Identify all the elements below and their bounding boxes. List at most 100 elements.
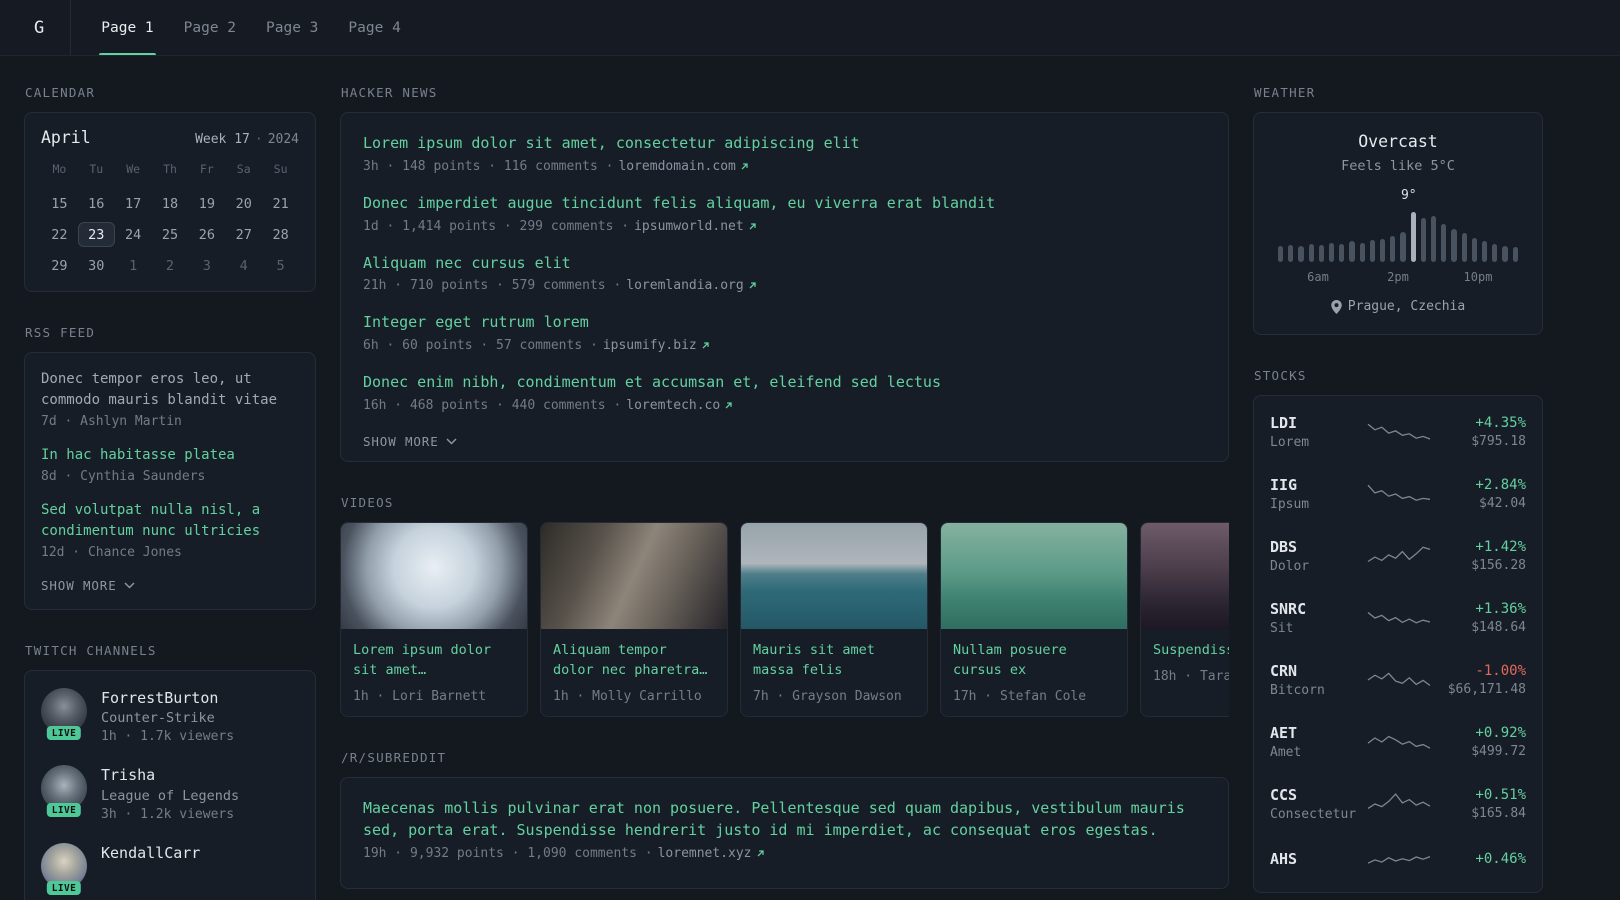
stock-row[interactable]: AET Amet +0.92% $499.72 <box>1270 711 1526 773</box>
stock-values: +1.42% $156.28 <box>1432 539 1526 573</box>
hackernews-widget: HACKER NEWS Lorem ipsum dolor sit amet, … <box>340 85 1229 462</box>
nav-tab[interactable]: Page 3 <box>264 0 320 55</box>
video-card[interactable]: Lorem ipsum dolor sit amet consectetu… 1… <box>340 521 528 718</box>
stock-values: +1.36% $148.64 <box>1432 601 1526 635</box>
weather-hour-bar <box>1512 247 1518 262</box>
stock-name: Dolor <box>1270 558 1310 574</box>
weather-hour-bar <box>1410 211 1416 262</box>
live-badge: LIVE <box>46 880 82 895</box>
hackernews-item-title[interactable]: Donec enim nibh, condimentum et accumsan… <box>363 372 1206 394</box>
hackernews-item-domain-link[interactable]: loremlandia.org <box>626 278 756 293</box>
video-card[interactable]: Mauris sit amet massa felis 7h · Grayson… <box>740 521 928 718</box>
nav-tab[interactable]: Page 2 <box>182 0 238 55</box>
stock-change-percent: +1.42% <box>1475 538 1526 555</box>
hackernews-item-domain-link[interactable]: ipsumworld.net <box>634 219 757 234</box>
hackernews-list: Lorem ipsum dolor sit amet, consectetur … <box>363 133 1206 413</box>
stock-ticker: LDI <box>1270 413 1298 432</box>
video-title[interactable]: Suspendisse diam <box>1153 640 1229 660</box>
hackernews-item-meta: 16h · 468 points · 440 comments · loremt… <box>363 398 1206 413</box>
subreddit-post-title[interactable]: Maecenas mollis pulvinar erat non posuer… <box>363 798 1206 842</box>
hackernews-item-domain-link[interactable]: loremdomain.com <box>618 159 748 174</box>
hackernews-item-title[interactable]: Integer eget rutrum lorem <box>363 312 1206 334</box>
nav-tab[interactable]: Page 1 <box>99 0 157 55</box>
stock-sparkline <box>1367 672 1431 686</box>
twitch-channel-name[interactable]: Trisha <box>101 765 239 785</box>
stock-row[interactable]: DBS Dolor +1.42% $156.28 <box>1270 525 1526 587</box>
video-meta: 1h · Molly Carrillo <box>553 689 702 705</box>
twitch-avatar-wrap: LIVE <box>41 688 87 740</box>
stock-price: $66,171.48 <box>1447 681 1526 697</box>
middle-column: HACKER NEWS Lorem ipsum dolor sit amet, … <box>340 85 1229 900</box>
hackernews-item-domain-link[interactable]: loremtech.co <box>626 398 733 413</box>
weather-bars <box>1278 210 1518 262</box>
video-thumbnail[interactable] <box>341 522 527 629</box>
video-card[interactable]: Nullam posuere cursus ex 17h · Stefan Co… <box>940 521 1128 718</box>
hackernews-widget-title: HACKER NEWS <box>341 85 438 100</box>
twitch-channel-name[interactable]: KendallCarr <box>101 843 200 863</box>
stock-change-percent: +0.51% <box>1475 786 1526 803</box>
video-thumbnail[interactable] <box>741 522 927 629</box>
rss-item-title[interactable]: In hac habitasse platea <box>41 445 299 466</box>
twitch-channel-name[interactable]: ForrestBurton <box>101 688 234 708</box>
stock-row[interactable]: AHS +0.46% <box>1270 835 1526 887</box>
stock-row[interactable]: CRN Bitcorn -1.00% $66,171.48 <box>1270 649 1526 711</box>
weekday-label: Fr <box>199 162 214 176</box>
external-link-icon <box>741 163 748 170</box>
video-title[interactable]: Aliquam tempor dolor nec pharetra… <box>553 640 715 681</box>
stock-identity: LDI Lorem <box>1270 414 1366 450</box>
calendar-day: 24 <box>125 227 142 243</box>
calendar-day: 5 <box>276 258 285 274</box>
calendar-day: 15 <box>51 196 68 212</box>
stock-row[interactable]: SNRC Sit +1.36% $148.64 <box>1270 587 1526 649</box>
twitch-channel-row[interactable]: LIVE ForrestBurton Counter-Strike 1h · 1… <box>41 688 299 744</box>
video-card[interactable]: Aliquam tempor dolor nec pharetra… 1h · … <box>540 521 728 718</box>
stock-price: $42.04 <box>1479 495 1526 511</box>
rss-item-title[interactable]: Donec tempor eros leo, ut commodo mauris… <box>41 369 299 411</box>
subreddit-post-domain-link[interactable]: loremnet.xyz <box>658 846 765 861</box>
calendar-day: 30 <box>88 258 105 274</box>
calendar-day: 27 <box>235 227 252 243</box>
twitch-channel-viewers: 3h · 1.2k viewers <box>101 806 235 822</box>
twitch-channel-row[interactable]: LIVE KendallCarr <box>41 842 299 895</box>
stock-change-percent: +1.36% <box>1475 600 1526 617</box>
nav-tab[interactable]: Page 4 <box>346 0 402 55</box>
hackernews-item-title[interactable]: Donec imperdiet augue tincidunt felis al… <box>363 193 1206 215</box>
video-title[interactable]: Mauris sit amet massa felis <box>753 640 915 681</box>
stock-name: Bitcorn <box>1270 682 1325 698</box>
rss-item-title[interactable]: Sed volutpat nulla nisl, a condimentum n… <box>41 500 299 542</box>
video-strip: Lorem ipsum dolor sit amet consectetu… 1… <box>340 521 1229 718</box>
calendar-weekday-row: Mo Tu We Th Fr Sa Su <box>41 162 299 176</box>
calendar-day: 18 <box>161 196 179 212</box>
stock-row[interactable]: CCS Consectetur +0.51% $165.84 <box>1270 773 1526 835</box>
calendar-day: 19 <box>198 196 215 212</box>
stock-price: $499.72 <box>1471 743 1526 759</box>
rss-widget: RSS FEED Donec tempor eros leo, ut commo… <box>24 325 316 610</box>
video-card[interactable]: Suspendisse diam 18h · Tara <box>1140 521 1229 718</box>
video-title[interactable]: Nullam posuere cursus ex <box>953 640 1115 681</box>
live-badge: LIVE <box>46 803 82 818</box>
external-link-icon <box>725 402 732 409</box>
hackernews-item-title[interactable]: Lorem ipsum dolor sit amet, consectetur … <box>363 133 1206 155</box>
video-thumbnail[interactable] <box>1141 522 1229 629</box>
stock-ticker: AET <box>1270 723 1298 742</box>
stock-sparkline <box>1367 735 1431 749</box>
calendar-day: 26 <box>198 227 215 243</box>
subreddit-widget-title: /R/SUBREDDIT <box>341 750 447 766</box>
hackernews-item-title[interactable]: Aliquam nec cursus elit <box>363 253 1206 275</box>
twitch-channel-row[interactable]: LIVE Trisha League of Legends 3h · 1.2k … <box>41 765 299 822</box>
stock-row[interactable]: LDI Lorem +4.35% $795.18 <box>1270 401 1526 463</box>
video-thumbnail[interactable] <box>541 522 727 629</box>
video-meta: 7h · Grayson Dawson <box>753 689 902 705</box>
stock-row[interactable]: IIG Ipsum +2.84% $42.04 <box>1270 463 1526 525</box>
weather-hour-bar <box>1431 216 1437 262</box>
video-title[interactable]: Lorem ipsum dolor sit amet consectetu… <box>353 640 515 681</box>
hackernews-item-domain-link[interactable]: ipsumify.biz <box>603 338 710 353</box>
stock-sparkline <box>1367 484 1431 501</box>
rss-show-more-button[interactable]: SHOW MORE <box>41 578 135 593</box>
stock-change-percent: +0.92% <box>1475 724 1526 741</box>
calendar-week-label: Week 17 <box>195 132 250 147</box>
video-thumbnail[interactable] <box>941 522 1127 629</box>
hackernews-show-more-button[interactable]: SHOW MORE <box>363 434 457 449</box>
video-card-body: Suspendisse diam 18h · Tara <box>1141 629 1229 696</box>
app-logo[interactable]: G <box>34 0 72 55</box>
